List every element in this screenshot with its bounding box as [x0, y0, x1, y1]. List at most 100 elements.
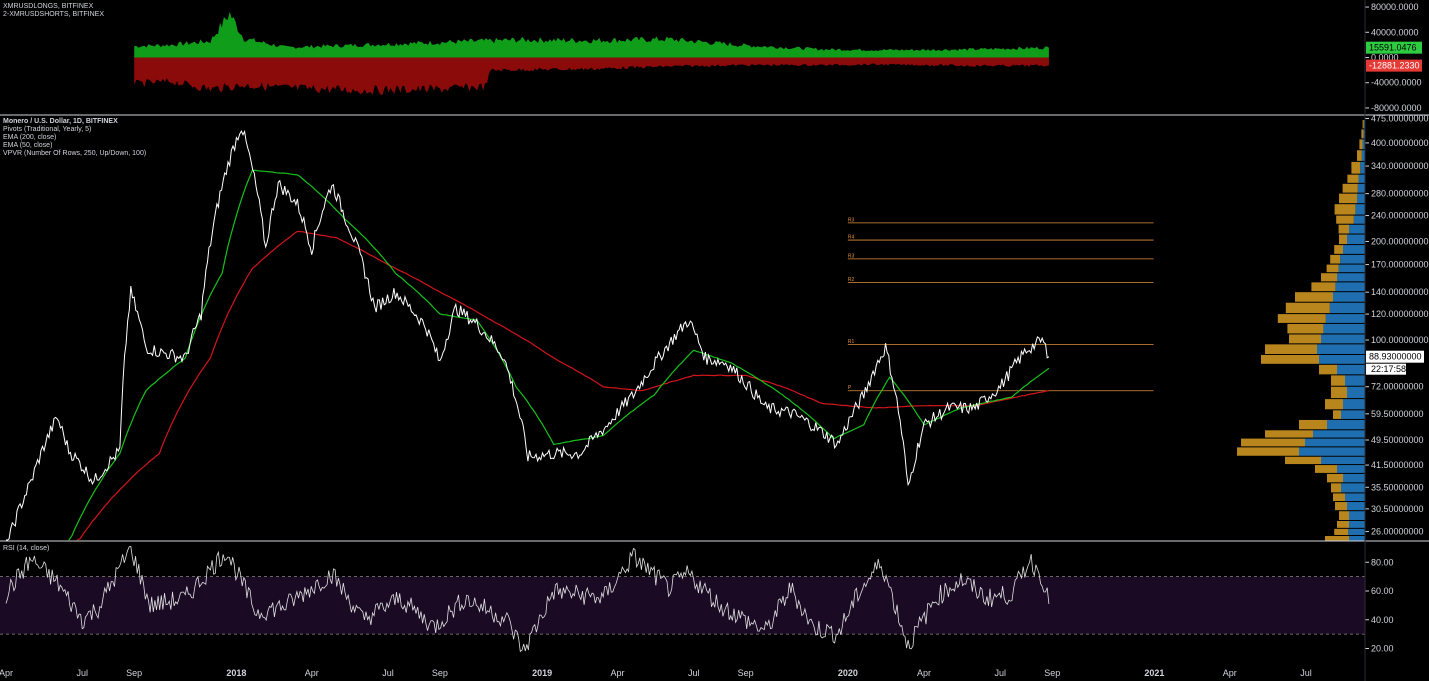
- x-tick-label: Jul: [76, 668, 88, 678]
- bar-countdown: 22:17:58: [1371, 364, 1406, 374]
- vpvr-down-bar: [1295, 292, 1333, 302]
- vpvr-down-bar: [1334, 528, 1349, 535]
- x-tick-label: Apr: [917, 668, 931, 678]
- vpvr-up-bar: [1357, 183, 1365, 193]
- vpvr-down-bar: [1334, 204, 1356, 215]
- y-tick-label: 340.00000000: [1371, 161, 1429, 171]
- vpvr-down-bar: [1351, 161, 1361, 174]
- y-tick-label: 59.50000000: [1371, 409, 1424, 419]
- x-tick-label: Sep: [126, 668, 142, 678]
- vpvr-down-bar: [1287, 323, 1324, 334]
- x-tick-label: Apr: [0, 668, 13, 678]
- vpvr-down-bar: [1330, 254, 1341, 264]
- vpvr-down-bar: [1299, 419, 1327, 430]
- legend-pivots: Pivots (Traditional, Yearly, 5): [3, 126, 91, 133]
- vpvr-up-bar: [1345, 493, 1365, 502]
- vpvr-down-bar: [1326, 264, 1339, 273]
- vpvr-up-bar: [1349, 224, 1365, 234]
- vpvr-down-bar: [1325, 535, 1349, 541]
- vpvr-up-bar: [1325, 314, 1365, 323]
- trading-chart[interactable]: XMRUSDLONGS, BITFINEX 2-XMRUSDSHORTS, BI…: [0, 0, 1429, 681]
- vpvr-up-bar: [1340, 254, 1365, 264]
- x-tick-label: Jul: [995, 668, 1007, 678]
- vpvr-up-bar: [1333, 292, 1365, 302]
- vpvr-down-bar: [1265, 430, 1313, 438]
- vpvr-up-bar: [1337, 364, 1365, 375]
- vpvr-up-bar: [1323, 323, 1365, 334]
- vpvr-up-bar: [1335, 282, 1365, 292]
- x-tick-label: 2018: [226, 668, 246, 678]
- legend-vpvr: VPVR (Number Of Rows, 250, Up/Down, 100): [3, 150, 146, 157]
- vpvr-down-bar: [1359, 139, 1363, 150]
- vpvr-up-bar: [1321, 456, 1365, 465]
- vpvr-up-bar: [1343, 473, 1365, 483]
- vpvr-down-bar: [1342, 183, 1358, 193]
- legend-shorts: 2-XMRUSDSHORTS, BITFINEX: [3, 11, 104, 18]
- vpvr-up-bar: [1347, 234, 1365, 245]
- x-tick-label: Apr: [1223, 668, 1237, 678]
- vpvr-up-bar: [1341, 410, 1365, 419]
- legend-ema200: EMA (200, close): [3, 134, 56, 141]
- vpvr-down-bar: [1362, 119, 1364, 129]
- vpvr-down-bar: [1261, 355, 1319, 364]
- y-tick-label: 400.00000000: [1371, 138, 1429, 148]
- vpvr-up-bar: [1353, 215, 1365, 224]
- x-tick-label: 2020: [838, 668, 858, 678]
- vpvr-up-bar: [1345, 375, 1365, 386]
- y-tick-label: 240.00000000: [1371, 211, 1429, 221]
- vpvr-down-bar: [1325, 399, 1343, 410]
- vpvr-down-bar: [1339, 193, 1357, 204]
- vpvr-up-bar: [1349, 535, 1365, 541]
- vpvr-up-bar: [1321, 334, 1365, 344]
- vpvr-up-bar: [1341, 483, 1365, 493]
- vpvr-up-bar: [1305, 438, 1365, 447]
- shorts-last-value: -12881.2330: [1369, 61, 1420, 71]
- vpvr-down-bar: [1333, 410, 1341, 419]
- vpvr-up-bar: [1357, 193, 1365, 204]
- pivot-label: R2: [848, 277, 855, 283]
- vpvr-up-bar: [1360, 161, 1365, 174]
- vpvr-up-bar: [1355, 204, 1365, 215]
- y-tick-label: 40000.0000: [1371, 27, 1419, 37]
- vpvr-down-bar: [1241, 438, 1305, 447]
- x-tick-label: Sep: [1044, 668, 1060, 678]
- y-tick-label: 49.50000000: [1371, 435, 1424, 445]
- vpvr-up-bar: [1349, 511, 1365, 521]
- vpvr-down-bar: [1331, 483, 1341, 493]
- pivot-label: R3: [848, 217, 855, 223]
- vpvr-down-bar: [1319, 364, 1337, 375]
- vpvr-up-bar: [1347, 386, 1365, 399]
- vpvr-down-bar: [1265, 344, 1317, 355]
- vpvr-down-bar: [1357, 150, 1362, 161]
- y-tick-label: 72.00000000: [1371, 382, 1424, 392]
- vpvr-down-bar: [1333, 493, 1345, 502]
- y-tick-label: 475.00000000: [1371, 113, 1429, 123]
- pivot-label: R3: [848, 253, 855, 259]
- vpvr-down-bar: [1285, 456, 1321, 465]
- y-tick-label: 60.00: [1371, 586, 1394, 596]
- last-price: 88.93000000: [1369, 352, 1422, 362]
- x-tick-label: Jul: [382, 668, 394, 678]
- vpvr-down-bar: [1327, 473, 1343, 483]
- vpvr-up-bar: [1313, 430, 1365, 438]
- vpvr-down-bar: [1289, 334, 1321, 344]
- vpvr-down-bar: [1331, 386, 1347, 399]
- longs-last-value: 15591.0476: [1369, 43, 1417, 53]
- vpvr-up-bar: [1317, 344, 1365, 355]
- vpvr-down-bar: [1361, 129, 1364, 139]
- vpvr-down-bar: [1337, 521, 1349, 528]
- legend-rsi: RSI (14, close): [3, 545, 49, 552]
- vpvr-down-bar: [1321, 273, 1337, 282]
- vpvr-up-bar: [1348, 528, 1365, 535]
- vpvr-down-bar: [1285, 302, 1330, 314]
- vpvr-down-bar: [1335, 502, 1347, 511]
- vpvr-down-bar: [1347, 174, 1359, 183]
- y-tick-label: 170.00000000: [1371, 260, 1429, 270]
- y-tick-label: 35.50000000: [1371, 482, 1424, 492]
- y-tick-label: 20.00: [1371, 644, 1394, 654]
- y-tick-label: 80.00: [1371, 557, 1394, 567]
- y-tick-label: 30.50000000: [1371, 504, 1424, 514]
- x-tick-label: Apr: [610, 668, 624, 678]
- vpvr-up-bar: [1299, 447, 1365, 456]
- legend-symbol: Monero / U.S. Dollar, 1D, BITFINEX: [3, 118, 118, 125]
